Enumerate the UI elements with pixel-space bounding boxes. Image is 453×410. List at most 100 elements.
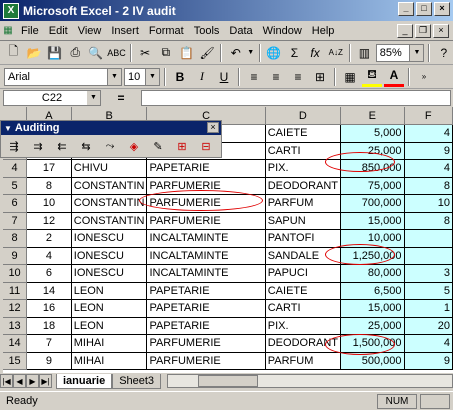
menu-file[interactable]: File [16, 25, 44, 37]
cell-f[interactable]: 1 [404, 299, 453, 318]
cell-d[interactable]: CARTI [265, 142, 342, 160]
equals-icon[interactable]: = [101, 91, 141, 105]
cell-f[interactable]: 4 [404, 124, 453, 143]
trace-error-icon[interactable]: ◈ [123, 136, 145, 156]
cell-b[interactable]: CONSTANTIN [71, 177, 148, 195]
cell-a[interactable]: 2 [26, 229, 72, 248]
cell-c[interactable]: PAPETARIE [146, 317, 266, 335]
cell-c[interactable]: PARFUMERIE [146, 334, 266, 353]
cell-a[interactable]: 6 [26, 264, 72, 283]
bold-icon[interactable]: B [170, 67, 190, 87]
cell-d[interactable]: PARFUM [265, 352, 342, 370]
menu-edit[interactable]: Edit [44, 25, 73, 37]
cell-d[interactable]: PIX. [265, 159, 342, 178]
cell-f[interactable]: 8 [404, 177, 453, 195]
menu-window[interactable]: Window [258, 25, 307, 37]
merge-center-icon[interactable]: ⊞ [310, 67, 330, 87]
undo-icon[interactable]: ↶ [226, 43, 245, 63]
circle-invalid-data-icon[interactable]: ⊞ [171, 136, 193, 156]
underline-icon[interactable]: U [214, 67, 234, 87]
close-icon[interactable]: × [207, 122, 219, 133]
font-color-icon[interactable]: A [384, 67, 404, 87]
remove-all-arrows-icon[interactable]: ⤳ [99, 136, 121, 156]
menu-help[interactable]: Help [307, 25, 340, 37]
cut-icon[interactable]: ✂ [136, 43, 155, 63]
cell-b[interactable]: MIHAI [71, 352, 148, 370]
paste-icon[interactable]: 📋 [177, 43, 196, 63]
scroll-thumb[interactable] [198, 375, 259, 387]
cell-d[interactable]: DEODORANT [265, 177, 342, 195]
copy-icon[interactable]: ⧉ [156, 43, 175, 63]
cell-e[interactable]: 80,000 [340, 264, 405, 283]
print-icon[interactable]: ⎙ [66, 43, 85, 63]
horizontal-scrollbar[interactable] [167, 374, 453, 388]
cell-d[interactable]: CARTI [265, 299, 342, 318]
cell-b[interactable]: LEON [71, 299, 148, 318]
spelling-icon[interactable]: ABC [107, 43, 126, 63]
menu-tools[interactable]: Tools [189, 25, 225, 37]
cell-e[interactable]: 25,000 [340, 317, 405, 335]
cell-a[interactable]: 7 [26, 334, 72, 353]
cell-b[interactable]: LEON [71, 282, 148, 300]
column-header-e[interactable]: E [340, 107, 405, 125]
cell-d[interactable]: CAIETE [265, 282, 342, 300]
cell-c[interactable]: PARFUMERIE [146, 212, 266, 230]
row-header[interactable]: 5 [3, 177, 28, 195]
cell-a[interactable]: 17 [26, 159, 72, 178]
chart-wizard-icon[interactable]: ▥ [355, 43, 374, 63]
print-preview-icon[interactable]: 🔍 [87, 43, 106, 63]
cell-f[interactable]: 9 [404, 142, 453, 160]
cell-c[interactable]: PARFUMERIE [146, 177, 266, 195]
save-icon[interactable]: 💾 [45, 43, 64, 63]
doc-minimize-button[interactable]: _ [397, 24, 413, 38]
hyperlink-icon[interactable]: 🌐 [265, 43, 284, 63]
cell-c[interactable]: INCALTAMINTE [146, 247, 266, 265]
row-header[interactable]: 15 [3, 352, 28, 370]
italic-icon[interactable]: I [192, 67, 212, 87]
align-center-icon[interactable]: ≡ [266, 67, 286, 87]
autosum-icon[interactable]: Σ [285, 43, 304, 63]
cell-e[interactable]: 1,500,000 [340, 334, 405, 353]
cell-f[interactable]: 4 [404, 334, 453, 353]
maximize-button[interactable]: □ [416, 2, 432, 16]
tab-sheet3[interactable]: Sheet3 [112, 373, 162, 389]
cell-f[interactable]: 5 [404, 282, 453, 300]
toolbar-options-icon[interactable]: » [414, 67, 434, 87]
column-header-f[interactable]: F [404, 107, 453, 125]
clear-validation-circles-icon[interactable]: ⊟ [195, 136, 217, 156]
align-left-icon[interactable]: ≡ [244, 67, 264, 87]
menu-view[interactable]: View [73, 25, 107, 37]
cell-c[interactable]: INCALTAMINTE [146, 229, 266, 248]
cell-b[interactable]: IONESCU [71, 247, 148, 265]
next-sheet-icon[interactable]: ▶ [26, 374, 39, 388]
cell-e[interactable]: 500,000 [340, 352, 405, 370]
cell-a[interactable]: 14 [26, 282, 72, 300]
new-icon[interactable]: 🗋 [4, 43, 23, 63]
help-icon[interactable]: ? [434, 43, 453, 63]
open-icon[interactable]: 📂 [25, 43, 44, 63]
cell-f[interactable]: 20 [404, 317, 453, 335]
cell-e[interactable]: 25,000 [340, 142, 405, 160]
cell-f[interactable]: 9 [404, 352, 453, 370]
cell-b[interactable]: MIHAI [71, 334, 148, 353]
cell-e[interactable]: 10,000 [340, 229, 405, 248]
cell-a[interactable]: 9 [26, 352, 72, 370]
minimize-button[interactable]: _ [398, 2, 414, 16]
cell-e[interactable]: 700,000 [340, 194, 405, 213]
cell-b[interactable]: CONSTANTIN [71, 194, 148, 213]
doc-close-button[interactable]: × [433, 24, 449, 38]
trace-dependents-icon[interactable]: ⇇ [51, 136, 73, 156]
cell-b[interactable]: LEON [71, 317, 148, 335]
remove-precedent-arrows-icon[interactable]: ⇉ [27, 136, 49, 156]
prev-sheet-icon[interactable]: ◀ [13, 374, 26, 388]
cell-e[interactable]: 1,250,000 [340, 247, 405, 265]
cell-e[interactable]: 15,000 [340, 299, 405, 318]
last-sheet-icon[interactable]: ▶| [39, 374, 52, 388]
menu-data[interactable]: Data [224, 25, 257, 37]
row-header[interactable]: 7 [3, 212, 28, 230]
cell-a[interactable]: 16 [26, 299, 72, 318]
auditing-title[interactable]: ▼ Auditing [1, 121, 221, 135]
row-header[interactable]: 6 [3, 194, 28, 213]
cell-f[interactable] [404, 247, 453, 265]
cell-e[interactable]: 75,000 [340, 177, 405, 195]
